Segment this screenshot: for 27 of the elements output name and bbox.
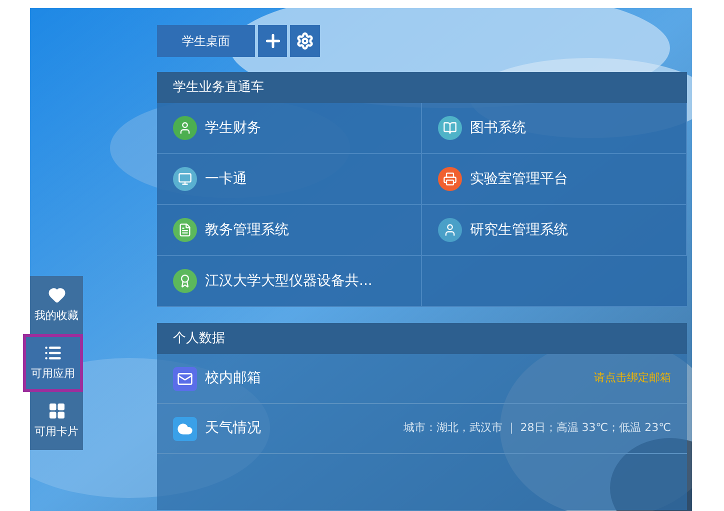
row-label: 校内邮箱 (205, 369, 261, 388)
app-item[interactable]: 图书系统 (422, 103, 687, 154)
sidebar-item[interactable]: 可用卡片 (30, 392, 83, 450)
list-icon (44, 344, 62, 362)
settings-icon (296, 32, 314, 50)
cloud-icon (173, 416, 197, 440)
data-row[interactable]: 天气情况 城市：湖北，武汉市 ｜ 28日；高温 33℃；低温 23℃ (157, 404, 687, 454)
certificate-icon (173, 269, 197, 293)
add-button[interactable] (258, 25, 287, 57)
desktop-tab[interactable]: 学生桌面 (157, 25, 255, 57)
row-label: 天气情况 (205, 419, 261, 438)
settings-button[interactable] (290, 25, 320, 57)
mail-icon (173, 366, 197, 390)
app-item[interactable]: 江汉大学大型仪器设备共... (157, 256, 422, 307)
app-item[interactable]: 实验室管理平台 (422, 154, 687, 205)
app-item[interactable]: 研究生管理系统 (422, 205, 687, 256)
panel-header: 学生业务直通车 (157, 72, 687, 103)
grid-icon (48, 402, 66, 420)
app-item[interactable]: 教务管理系统 (157, 205, 422, 256)
weather-info: 城市：湖北，武汉市 ｜ 28日；高温 33℃；低温 23℃ (403, 420, 671, 436)
panel-header: 个人数据 (157, 323, 687, 354)
sidebar-item[interactable]: 可用应用 (23, 334, 83, 392)
app-item[interactable]: 学生财务 (157, 103, 422, 154)
sidebar-item[interactable]: 我的收藏 (30, 276, 83, 334)
heart-icon (48, 286, 66, 304)
app-item[interactable]: 一卡通 (157, 154, 422, 205)
data-row[interactable]: 校内邮箱 请点击绑定邮箱 (157, 354, 687, 404)
